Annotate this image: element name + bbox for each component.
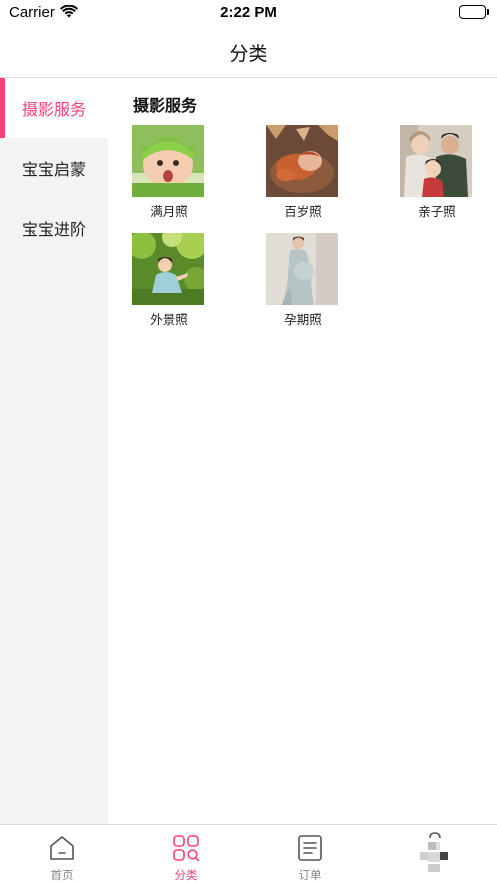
service-tile-full-month[interactable]: 满月照 — [132, 125, 206, 220]
tab-label: 首页 — [50, 868, 74, 882]
category-screen: Carrier 2:22 PM 分类 摄影服务 宝宝启蒙 宝宝进阶 摄影服务 满… — [0, 0, 497, 883]
category-sidebar: 摄影服务 宝宝启蒙 宝宝进阶 — [0, 78, 108, 824]
tab-category[interactable]: 分类 — [124, 825, 248, 883]
tab-orders[interactable]: 订单 — [248, 825, 372, 883]
girl-outdoors-greenery-photo — [132, 233, 204, 305]
sidebar-item-label: 摄影服务 — [21, 100, 86, 119]
sidebar-item-label: 宝宝进阶 — [21, 220, 86, 239]
service-tile-label: 外景照 — [150, 312, 188, 327]
sidebar-item-photography[interactable]: 摄影服务 — [0, 78, 108, 138]
service-tile-label: 亲子照 — [418, 204, 456, 219]
order-list-icon — [296, 834, 324, 862]
tab-home[interactable]: 首页 — [0, 825, 124, 883]
service-tile-label: 孕期照 — [284, 312, 322, 327]
service-tile-maternity[interactable]: 孕期照 — [266, 233, 340, 328]
maternity-portrait-photo — [266, 233, 338, 305]
service-tile-hundred-days[interactable]: 百岁照 — [266, 125, 340, 220]
navigation-bar: 分类 — [0, 26, 497, 78]
battery-icon — [459, 5, 489, 19]
service-tile-outdoor[interactable]: 外景照 — [132, 233, 206, 328]
profile-icon — [420, 832, 448, 872]
section-title: 摄影服务 — [133, 96, 198, 115]
sidebar-item-baby-enlightenment[interactable]: 宝宝启蒙 — [0, 138, 108, 198]
category-content: 摄影服务 满月照 百岁照 亲子照 外景照 孕期照 — [108, 78, 497, 824]
sidebar-item-label: 宝宝启蒙 — [21, 160, 86, 179]
status-time: 2:22 PM — [220, 4, 277, 21]
service-tile-parent-child[interactable]: 亲子照 — [400, 125, 474, 220]
service-tile-label: 百岁照 — [284, 204, 322, 219]
family-portrait-photo — [400, 125, 472, 197]
tab-profile[interactable] — [372, 825, 496, 883]
sidebar-item-baby-advanced[interactable]: 宝宝进阶 — [0, 198, 108, 258]
service-tile-label: 满月照 — [150, 204, 188, 219]
status-bar: Carrier 2:22 PM — [0, 0, 497, 26]
tab-bar: 首页 分类 订单 — [0, 824, 497, 883]
tab-label: 订单 — [298, 868, 322, 882]
home-icon — [48, 834, 76, 862]
tab-label: 分类 — [174, 868, 198, 882]
page-title: 分类 — [229, 43, 268, 65]
category-grid-icon — [172, 834, 200, 862]
sleeping-baby-on-brown-blanket-photo — [266, 125, 338, 197]
baby-in-green-knit-hat-photo — [132, 125, 204, 197]
